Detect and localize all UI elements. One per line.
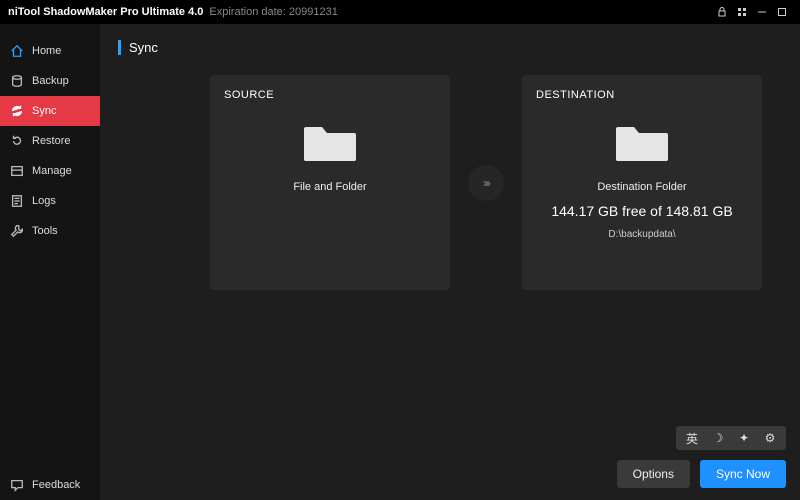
home-icon [10, 44, 24, 58]
destination-path: D:\backupdata\ [608, 229, 675, 240]
source-heading: SOURCE [224, 89, 274, 101]
effects-icon[interactable]: ✦ [736, 430, 752, 446]
sidebar-item-manage[interactable]: Manage [0, 156, 100, 186]
grid-icon[interactable] [732, 2, 752, 22]
folder-icon [614, 119, 670, 163]
page-title: Sync [118, 40, 782, 55]
theme-toggle-icon[interactable]: ☽ [710, 430, 726, 446]
feedback-icon [10, 478, 24, 492]
source-caption: File and Folder [293, 181, 366, 193]
destination-panel[interactable]: DESTINATION Destination Folder 144.17 GB… [522, 75, 762, 290]
sync-now-button[interactable]: Sync Now [700, 460, 786, 488]
sidebar: Home Backup Sync Restore Manage Logs Too… [0, 24, 100, 500]
folder-icon [302, 119, 358, 163]
destination-free-space: 144.17 GB free of 148.81 GB [551, 203, 732, 219]
sidebar-item-restore[interactable]: Restore [0, 126, 100, 156]
sync-direction-button[interactable]: ››› [468, 165, 504, 201]
sidebar-item-feedback[interactable]: Feedback [0, 470, 100, 500]
sidebar-item-tools[interactable]: Tools [0, 216, 100, 246]
expiration-label: Expiration date: 20991231 [209, 6, 337, 18]
tools-icon [10, 224, 24, 238]
sidebar-item-sync[interactable]: Sync [0, 96, 100, 126]
sync-icon [10, 104, 24, 118]
sidebar-item-label: Feedback [32, 479, 80, 491]
sidebar-item-label: Manage [32, 165, 72, 177]
sidebar-item-label: Sync [32, 105, 56, 117]
sidebar-item-label: Restore [32, 135, 71, 147]
maximize-button[interactable] [772, 2, 792, 22]
chevrons-right-icon: ››› [483, 176, 489, 190]
backup-icon [10, 74, 24, 88]
sidebar-item-label: Backup [32, 75, 69, 87]
titlebar: niTool ShadowMaker Pro Ultimate 4.0 Expi… [0, 0, 800, 24]
restore-icon [10, 134, 24, 148]
language-button[interactable]: 英 [684, 430, 700, 446]
destination-heading: DESTINATION [536, 89, 615, 101]
sidebar-item-label: Tools [32, 225, 58, 237]
destination-caption: Destination Folder [597, 181, 686, 193]
lock-icon[interactable] [712, 2, 732, 22]
manage-icon [10, 164, 24, 178]
sidebar-item-home[interactable]: Home [0, 36, 100, 66]
utility-tray: 英 ☽ ✦ ⚙ [676, 426, 786, 450]
source-panel[interactable]: SOURCE File and Folder [210, 75, 450, 290]
sidebar-item-logs[interactable]: Logs [0, 186, 100, 216]
settings-gear-icon[interactable]: ⚙ [762, 430, 778, 446]
main-panel: Sync SOURCE File and Folder ››› DESTINAT… [100, 24, 800, 500]
sidebar-item-label: Home [32, 45, 61, 57]
sidebar-item-backup[interactable]: Backup [0, 66, 100, 96]
logs-icon [10, 194, 24, 208]
minimize-button[interactable] [752, 2, 772, 22]
app-title: niTool ShadowMaker Pro Ultimate 4.0 [8, 6, 203, 18]
options-button[interactable]: Options [617, 460, 690, 488]
sidebar-item-label: Logs [32, 195, 56, 207]
